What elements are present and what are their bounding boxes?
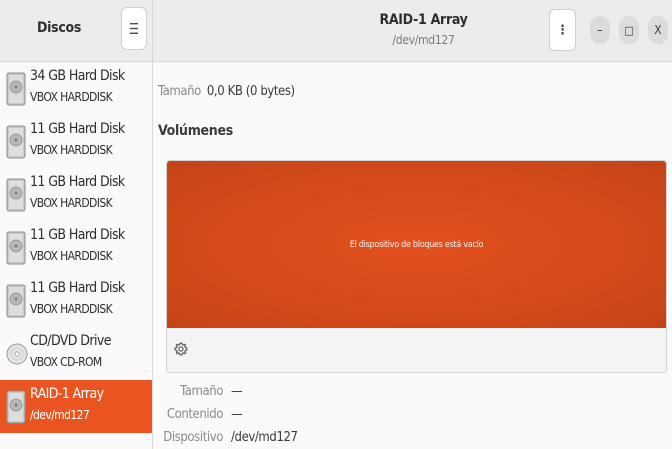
prop-size: Tamaño — — [153, 384, 413, 404]
volumes-heading: Volúmenes — [158, 123, 233, 139]
kebab-icon: ⋮ — [556, 22, 569, 38]
drive-options-button[interactable]: ⋮ — [549, 9, 576, 51]
drive-item-11gb-3[interactable]: 11 GB Hard Disk VBOX HARDDISK — [0, 221, 152, 274]
hard-disk-icon — [6, 284, 26, 318]
prop-value: /dev/md127 — [231, 430, 298, 445]
prop-value: — — [231, 407, 243, 422]
drive-size-value: 0,0 KB (0 bytes) — [206, 84, 295, 99]
drive-name: RAID-1 Array — [30, 386, 104, 402]
raid-array-icon — [6, 390, 26, 424]
minimize-button[interactable]: – — [590, 16, 610, 44]
hamburger-icon — [130, 23, 138, 34]
sidebar-header: Discos — [0, 0, 153, 62]
hard-disk-icon — [6, 178, 26, 212]
drive-item-34gb[interactable]: 34 GB Hard Disk VBOX HARDDISK — [0, 62, 152, 115]
close-button[interactable]: X — [648, 16, 668, 44]
sidebar-title: Discos — [36, 20, 82, 36]
app-menu-button[interactable] — [121, 7, 147, 50]
drive-model: VBOX HARDDISK — [30, 249, 113, 263]
hard-disk-icon — [6, 125, 26, 159]
gear-icon — [174, 342, 188, 356]
empty-block-message: El dispositivo de bloques está vacío — [349, 239, 484, 250]
drive-item-11gb-4[interactable]: 11 GB Hard Disk VBOX HARDDISK — [0, 274, 152, 327]
prop-value: — — [231, 384, 243, 399]
drive-name: 34 GB Hard Disk — [30, 68, 125, 84]
optical-disc-icon — [6, 343, 28, 365]
drive-model: /dev/md127 — [30, 408, 90, 422]
prop-content: Contenido — — [153, 407, 413, 427]
drive-details: Tamaño 0,0 KB (0 bytes) Volúmenes El disp… — [153, 62, 672, 449]
prop-device: Dispositivo /dev/md127 — [153, 430, 413, 449]
maximize-icon: □ — [624, 23, 634, 37]
hard-disk-icon — [6, 72, 26, 106]
maximize-button[interactable]: □ — [619, 16, 639, 44]
drive-model: VBOX HARDDISK — [30, 302, 113, 316]
minimize-icon: – — [597, 23, 603, 37]
drive-name: 11 GB Hard Disk — [30, 174, 125, 190]
drive-model: VBOX HARDDISK — [30, 143, 113, 157]
volumes-panel: El dispositivo de bloques está vacío — [166, 160, 667, 373]
drive-model: VBOX HARDDISK — [30, 90, 113, 104]
drive-name: CD/DVD Drive — [30, 333, 111, 349]
drive-size-label: Tamaño — [158, 84, 201, 99]
close-icon: X — [654, 23, 662, 37]
hard-disk-icon — [6, 231, 26, 265]
drive-item-11gb-1[interactable]: 11 GB Hard Disk VBOX HARDDISK — [0, 115, 152, 168]
drive-size-row: Tamaño 0,0 KB (0 bytes) — [158, 84, 295, 99]
drive-name: 11 GB Hard Disk — [30, 121, 125, 137]
prop-label: Dispositivo — [163, 430, 223, 445]
drive-item-11gb-2[interactable]: 11 GB Hard Disk VBOX HARDDISK — [0, 168, 152, 221]
drive-name: 11 GB Hard Disk — [30, 227, 125, 243]
drive-name: 11 GB Hard Disk — [30, 280, 125, 296]
prop-label: Tamaño — [180, 384, 223, 399]
prop-label: Contenido — [166, 407, 224, 422]
volume-block[interactable]: El dispositivo de bloques está vacío — [167, 161, 666, 328]
partition-settings-button[interactable] — [170, 335, 192, 363]
drive-model: VBOX HARDDISK — [30, 196, 113, 210]
drive-model: VBOX CD-ROM — [30, 355, 102, 369]
drive-item-cd-dvd[interactable]: CD/DVD Drive VBOX CD-ROM — [0, 327, 152, 380]
